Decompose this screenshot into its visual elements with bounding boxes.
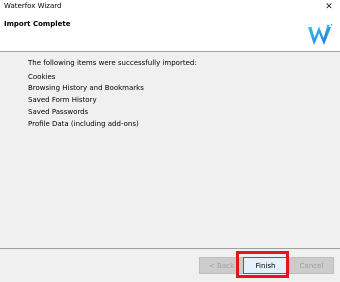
waterfox-logo-icon bbox=[308, 23, 333, 45]
title-bar: Waterfox Wizard ✕ bbox=[0, 0, 340, 13]
intro-text: The following items were successfully im… bbox=[28, 59, 197, 67]
list-item: Saved Form History bbox=[28, 96, 97, 105]
cancel-button[interactable]: Cancel bbox=[289, 257, 334, 274]
list-item: Profile Data (including add-ons) bbox=[28, 119, 139, 128]
footer-divider bbox=[0, 248, 340, 249]
list-item: Cookies bbox=[28, 72, 56, 81]
list-item: Browsing History and Bookmarks bbox=[28, 84, 144, 93]
window-title: Waterfox Wizard bbox=[4, 2, 62, 10]
wizard-header: Import Complete bbox=[0, 13, 340, 51]
list-item: Saved Passwords bbox=[28, 107, 89, 116]
header-divider bbox=[0, 51, 340, 52]
finish-highlight-box bbox=[236, 251, 289, 278]
close-icon[interactable]: ✕ bbox=[318, 0, 340, 13]
page-title: Import Complete bbox=[4, 20, 71, 28]
import-summary: The following items were successfully im… bbox=[28, 58, 328, 130]
